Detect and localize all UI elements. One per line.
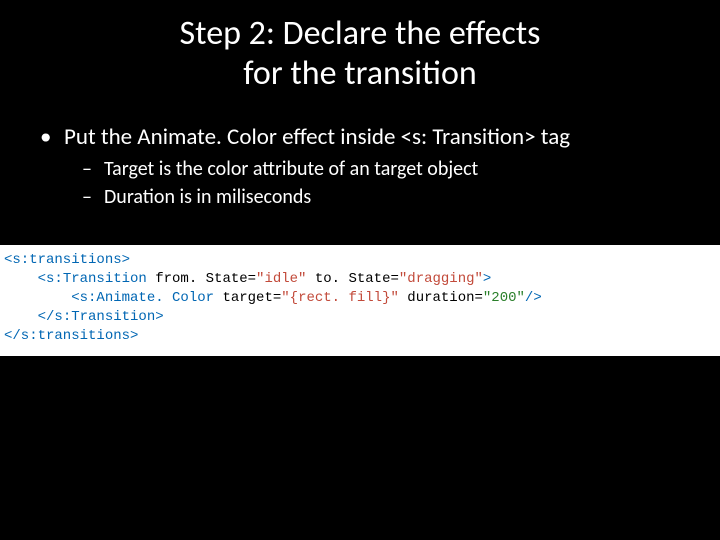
title-line-1: Step 2: Declare the effects [180,13,541,54]
code-tag: </s:transitions> [4,328,138,344]
slide-title: Step 2: Declare the effects for the tran… [0,14,720,94]
code-string: "dragging" [399,271,483,287]
code-attr: duration= [399,290,483,306]
code-tag: </s:Transition> [38,309,164,325]
code-tag: /> [525,290,542,306]
code-attr: target= [214,290,281,306]
code-snippet: <s:transitions> <s:Transition from. Stat… [0,245,720,356]
title-line-2: for the transition [243,53,477,94]
slide-body: Put the Animate. Color effect inside <s:… [30,122,690,210]
bullet-level-2: Duration is in miliseconds [30,184,690,210]
code-string: "{rect. fill}" [281,290,399,306]
code-attr: to. State= [306,271,398,287]
code-indent [4,309,38,325]
code-string: "idle" [256,271,306,287]
code-attr: from. State= [147,271,256,287]
bullet-level-2: Target is the color attribute of an targ… [30,156,690,182]
code-number: "200" [483,290,525,306]
code-indent [4,271,38,287]
bullet-level-1: Put the Animate. Color effect inside <s:… [30,122,690,152]
code-indent [4,290,71,306]
slide: Step 2: Declare the effects for the tran… [0,0,720,540]
code-tag: > [483,271,491,287]
code-tag: <s:transitions> [4,252,130,268]
code-tag: <s:Transition [38,271,147,287]
code-tag: <s:Animate. Color [71,290,214,306]
